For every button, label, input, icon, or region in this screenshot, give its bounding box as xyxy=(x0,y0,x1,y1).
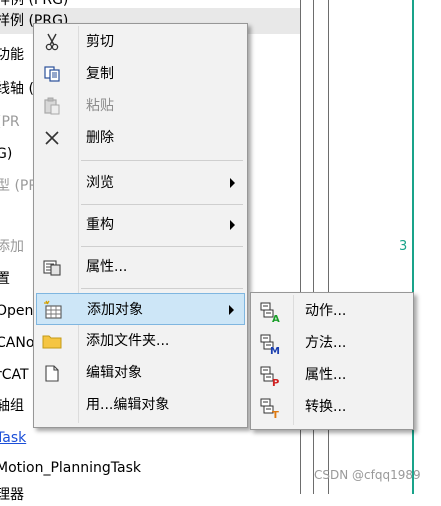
submenu-item-method[interactable]: M 方法... xyxy=(253,327,411,359)
submenu-item-label: 属性... xyxy=(305,367,347,383)
paste-icon xyxy=(42,96,62,116)
watermark: CSDN @cfqq1989 xyxy=(314,468,421,482)
menu-item-browse[interactable]: 浏览 xyxy=(36,167,245,199)
chart-number-label: 3 xyxy=(399,239,408,254)
submenu-item-label: 方法... xyxy=(305,335,347,351)
svg-text:T: T xyxy=(272,410,279,419)
menu-item-cut[interactable]: 剪切 xyxy=(36,26,245,58)
menu-item-delete[interactable]: 删除 xyxy=(36,122,245,154)
submenu-item-property[interactable]: P 属性... xyxy=(253,359,411,391)
menu-item-label: 删除 xyxy=(86,130,114,146)
property-icon: P xyxy=(259,365,281,389)
tree-item[interactable]: 添加 xyxy=(0,236,24,258)
menu-separator xyxy=(81,204,243,205)
transition-icon: T xyxy=(259,397,281,421)
menu-item-refactor[interactable]: 重构 xyxy=(36,209,245,241)
menu-separator xyxy=(81,246,243,247)
menu-item-label: 复制 xyxy=(86,66,114,82)
svg-text:P: P xyxy=(272,378,279,387)
tree-item-task-link[interactable]: Task xyxy=(0,427,26,449)
menu-item-edit-object[interactable]: 编辑对象 xyxy=(36,357,245,389)
scissors-icon xyxy=(42,32,62,52)
menu-item-edit-object-with[interactable]: 用...编辑对象 xyxy=(36,389,245,421)
tree-item[interactable]: (PR xyxy=(0,111,20,133)
properties-icon xyxy=(42,257,62,277)
context-menu: 剪切 复制 粘贴 删除 浏览 重构 属性... 添加对象 添加文件夹... 编辑… xyxy=(33,23,248,428)
menu-item-label: 剪切 xyxy=(86,34,114,50)
copy-icon xyxy=(42,64,62,84)
add-object-submenu: A 动作... M 方法... P 属性... T 转换... xyxy=(250,292,414,430)
tree-item[interactable]: CANo xyxy=(0,332,34,354)
edit-object-icon xyxy=(42,363,62,383)
svg-text:M: M xyxy=(270,346,280,355)
submenu-item-action[interactable]: A 动作... xyxy=(253,295,411,327)
submenu-arrow-icon xyxy=(230,220,235,230)
menu-item-copy[interactable]: 复制 xyxy=(36,58,245,90)
menu-separator xyxy=(81,288,243,289)
tree-item[interactable]: Open xyxy=(0,300,33,322)
add-object-icon xyxy=(43,300,63,320)
menu-item-label: 粘贴 xyxy=(86,98,114,114)
submenu-item-label: 动作... xyxy=(305,303,347,319)
action-icon: A xyxy=(259,301,281,325)
tree-item[interactable]: 置 xyxy=(0,268,10,290)
tree-item[interactable]: 轴组 xyxy=(0,395,24,417)
method-icon: M xyxy=(259,333,281,357)
delete-x-icon xyxy=(42,128,62,148)
tree-item[interactable]: G) xyxy=(0,143,12,165)
tree-item[interactable]: Motion_PlanningTask xyxy=(0,457,141,479)
menu-item-label: 编辑对象 xyxy=(86,365,142,381)
tree-item[interactable]: 功能 xyxy=(0,44,24,66)
menu-item-label: 浏览 xyxy=(86,175,114,191)
menu-item-label: 用...编辑对象 xyxy=(86,397,170,413)
folder-icon xyxy=(42,331,62,351)
menu-item-label: 添加文件夹... xyxy=(86,333,170,349)
menu-item-properties[interactable]: 属性... xyxy=(36,251,245,283)
submenu-item-label: 转换... xyxy=(305,399,347,415)
tree-item[interactable]: rCAT xyxy=(0,364,29,386)
menu-separator xyxy=(81,160,243,161)
menu-item-label: 添加对象 xyxy=(87,302,143,318)
submenu-arrow-icon xyxy=(230,178,235,188)
submenu-arrow-icon xyxy=(229,305,234,315)
menu-item-paste[interactable]: 粘贴 xyxy=(36,90,245,122)
svg-text:A: A xyxy=(272,314,280,323)
submenu-item-transition[interactable]: T 转换... xyxy=(253,391,411,423)
menu-item-label: 重构 xyxy=(86,217,114,233)
menu-item-add-folder[interactable]: 添加文件夹... xyxy=(36,325,245,357)
menu-item-add-object[interactable]: 添加对象 xyxy=(36,293,245,325)
tree-item[interactable]: 理器 xyxy=(0,484,24,506)
menu-item-label: 属性... xyxy=(86,259,128,275)
